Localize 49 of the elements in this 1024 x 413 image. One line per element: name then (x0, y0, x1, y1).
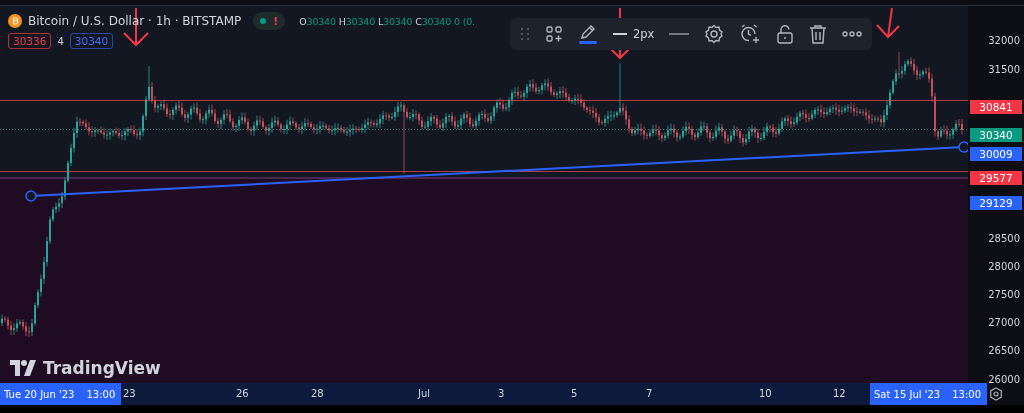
time-label: 3 (498, 387, 505, 401)
sell-price-button[interactable]: 30336 (8, 33, 52, 49)
ohlc-value: 30340 (306, 15, 336, 27)
change-value: 0 (0. (454, 15, 475, 27)
trend-line[interactable] (25, 141, 968, 202)
time-label: 28 (311, 387, 324, 401)
drag-handle-icon[interactable] (520, 27, 530, 41)
logo-icon (10, 360, 36, 376)
logo-text: TradingView (43, 358, 161, 378)
price-tag: 30009 (970, 147, 1022, 161)
status-dot-icon (260, 18, 267, 24)
trash-icon[interactable] (809, 24, 828, 44)
unlocked-padlock-icon[interactable] (776, 24, 795, 44)
time-text: 13:00 (86, 388, 116, 400)
more-icon[interactable] (842, 31, 863, 37)
down-arrow-drawing (876, 7, 900, 39)
time-label: 7 (646, 387, 653, 401)
price-tag: 29129 (970, 196, 1022, 210)
time-label: 5 (571, 387, 578, 401)
time-label: 12 (833, 387, 846, 401)
time-label: 26 (236, 387, 249, 401)
warning-mark: ! (273, 14, 279, 28)
bitcoin-icon (8, 14, 22, 28)
line-style-icon[interactable] (669, 32, 690, 36)
time-text: 13:00 (952, 388, 982, 400)
ohlc-key: H (338, 15, 346, 27)
ohlc-key: O (299, 15, 307, 27)
time-label: 23 (123, 387, 136, 401)
settings-icon[interactable] (704, 24, 725, 44)
date-text: Tue 20 Jun '23 (4, 388, 75, 400)
ohlc-value: 30340 (383, 15, 413, 27)
pencil-icon[interactable] (578, 23, 598, 45)
spread-value: 4 (57, 35, 64, 47)
status-badge[interactable]: ! (253, 12, 286, 30)
time-label: Jul (418, 387, 431, 401)
settings-icon[interactable] (989, 387, 1003, 401)
buy-price-button[interactable]: 30340 (69, 33, 114, 49)
line-width-button[interactable]: 2px (613, 27, 655, 41)
price-tag: 30340 (970, 128, 1022, 142)
alarm-clock-icon[interactable] (739, 23, 762, 45)
ohlc-value: 30340 (421, 15, 451, 27)
time-label: 10 (759, 387, 772, 401)
ohlc-key: C (415, 15, 422, 27)
date-text: Sat 15 Jul '23 (874, 388, 941, 400)
price-tag: 30841 (970, 100, 1022, 114)
add-object-icon[interactable] (545, 25, 563, 43)
ohlc-key: L (378, 15, 384, 27)
ohlc-value: 30340 (345, 15, 375, 27)
price-tag: 29577 (970, 171, 1022, 185)
